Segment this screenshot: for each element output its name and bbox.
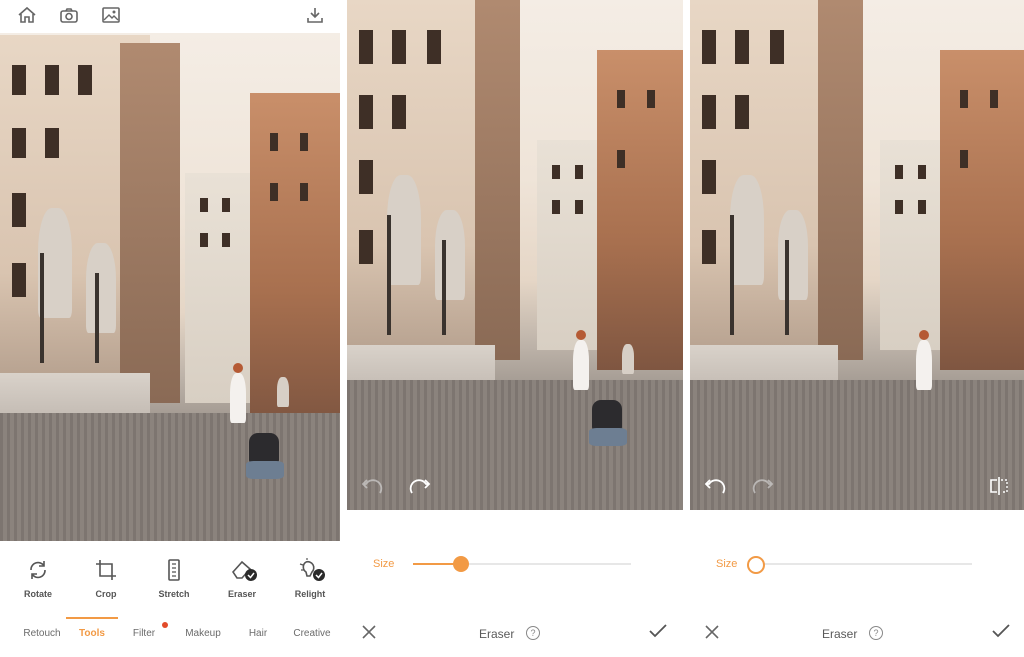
size-label: Size — [716, 558, 738, 570]
home-icon[interactable] — [14, 4, 40, 26]
redo-icon[interactable] — [750, 474, 776, 498]
gallery-icon[interactable] — [98, 4, 124, 26]
rotate-icon — [30, 561, 46, 579]
size-label: Size — [373, 558, 395, 570]
stretch-icon — [168, 559, 180, 581]
download-icon[interactable] — [302, 4, 328, 26]
tab-makeup[interactable]: Makeup — [177, 628, 229, 639]
help-icon[interactable]: ? — [869, 626, 883, 640]
tool-label: Rotate — [23, 589, 52, 599]
eraser-photo — [347, 0, 683, 510]
tab-retouch[interactable]: Retouch — [16, 628, 68, 639]
new-badge-dot — [162, 622, 168, 628]
tool-label: Eraser — [227, 589, 257, 599]
undo-icon[interactable] — [359, 474, 385, 498]
panel-divider — [683, 0, 690, 657]
size-slider-track[interactable] — [756, 563, 972, 565]
tool-stretch[interactable]: Stretch — [144, 558, 204, 602]
undo-icon[interactable] — [702, 474, 728, 498]
confirm-check-icon[interactable] — [647, 621, 669, 641]
eraser-title: Eraser — [822, 627, 858, 641]
tool-label: Stretch — [158, 589, 190, 599]
crop-icon — [96, 560, 116, 580]
tool-relight[interactable]: Relight — [280, 558, 340, 602]
tab-tools[interactable]: Tools — [66, 628, 118, 639]
size-slider-knob[interactable] — [747, 556, 765, 574]
relight-icon — [299, 558, 325, 581]
camera-icon[interactable] — [56, 4, 82, 26]
eraser-icon — [231, 560, 257, 581]
tab-hair[interactable]: Hair — [232, 628, 284, 639]
close-icon[interactable] — [702, 622, 722, 642]
panel-divider — [340, 0, 347, 657]
tool-label: Relight — [294, 589, 326, 599]
tab-creative[interactable]: Creative — [286, 628, 338, 639]
redo-icon[interactable] — [407, 474, 433, 498]
tool-eraser[interactable]: Eraser — [212, 558, 272, 602]
size-slider-knob[interactable] — [452, 556, 469, 572]
help-icon[interactable]: ? — [526, 626, 540, 640]
tool-crop[interactable]: Crop — [76, 558, 136, 602]
eraser-panel-active: Size Eraser ? — [347, 0, 683, 657]
eraser-title: Eraser — [479, 627, 515, 641]
confirm-check-icon[interactable] — [990, 621, 1012, 641]
tab-filter[interactable]: Filter — [118, 628, 170, 639]
eraser-panel-result: Size Eraser ? — [690, 0, 1024, 657]
active-tab-indicator — [66, 617, 118, 619]
compare-icon[interactable] — [986, 474, 1012, 498]
tool-label: Crop — [95, 589, 117, 599]
editor-tools-panel: Rotate Crop Stretch Eraser Relight Retou… — [0, 0, 340, 657]
tool-rotate[interactable]: Rotate — [8, 558, 68, 602]
edited-photo — [0, 33, 340, 541]
close-icon[interactable] — [359, 622, 379, 642]
erased-photo — [690, 0, 1024, 510]
